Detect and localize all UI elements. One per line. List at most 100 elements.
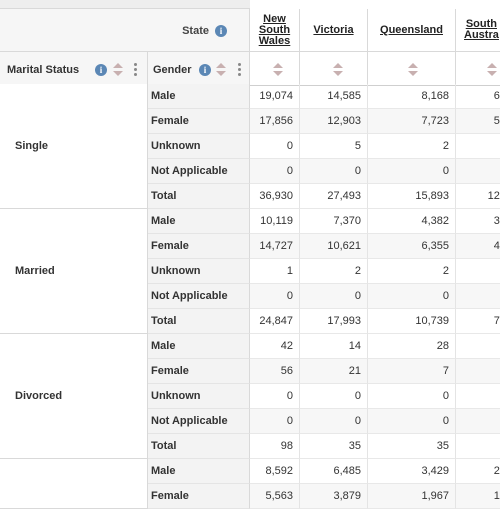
gender-cell: Male [148,84,250,109]
marital-status-cell: Single [0,84,148,209]
marital-status-header: Marital Status i [0,52,148,86]
value-cell: 17,993 [300,309,368,334]
sort-icon[interactable] [407,63,418,77]
value-cell: 2 [300,259,368,284]
value-cell: 0 [300,409,368,434]
gender-cell: Total [148,184,250,209]
value-cell [456,359,500,384]
gender-value: Not Applicable [151,165,228,177]
value-cell: 12,5 [456,184,500,209]
value-cell: 1 [250,259,300,284]
value-cell: 2 [368,134,456,159]
column-link-victoria[interactable]: Victoria [313,24,353,36]
marital-status-cell: Divorced [0,334,148,459]
value-cell: 0 [250,134,300,159]
header-strip [0,0,250,9]
value-cell: 28 [368,334,456,359]
marital-status-sort-icon[interactable] [112,63,123,77]
column-header-new-south-wales[interactable]: New South Wales [250,9,300,52]
sort-icon[interactable] [272,63,283,77]
value-cell: 0 [300,284,368,309]
value-cell: 42 [250,334,300,359]
value-cell: 7,723 [368,109,456,134]
state-header-cell: State i [0,0,250,52]
gender-value: Male [151,215,176,227]
value-cell: 5,563 [250,484,300,509]
value-cell: 4,4 [456,234,500,259]
state-info-icon[interactable]: i [215,25,227,37]
value-cell: 19,074 [250,84,300,109]
value-cell: 98 [250,434,300,459]
gender-value: Total [151,190,177,202]
gender-cell: Female [148,359,250,384]
marital-status-menu-icon[interactable] [134,63,138,77]
sort-cell [300,52,368,86]
gender-menu-icon[interactable] [238,63,242,77]
value-cell: 5 [300,134,368,159]
column-header-victoria[interactable]: Victoria [300,9,368,52]
value-cell: 21 [300,359,368,384]
sort-icon[interactable] [486,63,497,77]
gender-cell: Total [148,309,250,334]
sort-cell [250,52,300,86]
value-cell: 10,739 [368,309,456,334]
value-cell: 5,8 [456,109,500,134]
value-cell: 0 [300,159,368,184]
value-cell: 4,382 [368,209,456,234]
sort-cell [456,52,500,86]
column-line: Austra [464,29,499,41]
gender-value: Not Applicable [151,290,228,302]
gender-value: Male [151,340,176,352]
value-cell: 0 [250,409,300,434]
value-cell: 0 [368,284,456,309]
value-cell [456,334,500,359]
column-link-queensland[interactable]: Queensland [380,24,443,36]
value-cell: 17,856 [250,109,300,134]
column-link-south-australia[interactable]: South Austra [464,19,499,41]
column-link-new-south-wales[interactable]: New South Wales [259,13,290,47]
marital-status-label: Marital Status [7,64,80,76]
gender-value: Female [151,240,189,252]
value-cell: 14,585 [300,84,368,109]
gender-cell: Not Applicable [148,284,250,309]
value-cell [456,409,500,434]
value-cell: 7 [368,359,456,384]
sort-icon[interactable] [332,63,343,77]
gender-info-icon[interactable]: i [199,64,211,76]
value-cell: 2,2 [456,459,500,484]
column-header-south-australia[interactable]: South Austra [456,9,500,52]
gender-cell: Male [148,334,250,359]
value-cell: 1,967 [368,484,456,509]
value-cell: 0 [368,384,456,409]
gender-cell: Female [148,484,250,509]
value-cell [456,434,500,459]
value-cell: 12,903 [300,109,368,134]
value-cell: 6,485 [300,459,368,484]
marital-status-value: Divorced [15,389,63,402]
value-cell: 0 [300,384,368,409]
value-cell [456,284,500,309]
gender-cell: Unknown [148,384,250,409]
marital-status-cell [0,459,148,509]
marital-status-cell: Married [0,209,148,334]
gender-sort-icon[interactable] [215,63,226,77]
gender-cell: Female [148,109,250,134]
gender-value: Total [151,315,177,327]
value-cell: 14 [300,334,368,359]
value-cell [456,159,500,184]
value-cell: 3,429 [368,459,456,484]
value-cell [456,259,500,284]
marital-status-value: Single [15,139,49,152]
gender-header: Gender i [148,52,250,86]
value-cell: 0 [250,284,300,309]
value-cell: 2 [368,259,456,284]
value-cell: 24,847 [250,309,300,334]
value-cell: 0 [368,159,456,184]
column-header-queensland[interactable]: Queensland [368,9,456,52]
gender-cell: Male [148,209,250,234]
marital-status-info-icon[interactable]: i [95,64,107,76]
marital-status-value: Married [15,264,55,277]
gender-label: Gender [153,64,192,76]
gender-value: Female [151,490,189,502]
value-cell: 15,893 [368,184,456,209]
